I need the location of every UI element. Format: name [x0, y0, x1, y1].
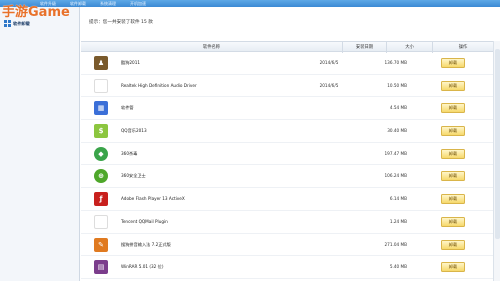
uninstall-button[interactable]: 卸载 [441, 148, 465, 159]
table-row[interactable]: $ QQ音乐2013 30.40 MB 卸载 [81, 120, 500, 143]
top-toolbar: 软件升级 软件卸载 系统清理 开机加速 [0, 0, 500, 7]
software-name: Adobe Flash Player 13 ActiveX [121, 196, 185, 202]
uninstall-button[interactable]: 卸载 [441, 58, 465, 68]
install-date [307, 97, 351, 119]
table-row[interactable]: Tencent QQMail Plugin 1.24 MB 卸载 [81, 211, 500, 234]
main-panel: 提示：您一共安装了软件 15 款 软件名称 安装日期 大小 操作 ♟ 酷狗201… [81, 7, 500, 281]
table-row[interactable]: ♟ 酷狗2011 2014/6/5 136.70 MB 卸载 [81, 52, 500, 75]
software-list: ♟ 酷狗2011 2014/6/5 136.70 MB 卸载 Realtek H… [81, 52, 500, 279]
install-date [307, 188, 351, 210]
install-date: 2014/6/5 [319, 60, 339, 65]
uninstall-button[interactable]: 卸载 [441, 103, 465, 114]
table-row[interactable]: ƒ Adobe Flash Player 13 ActiveX 6.14 MB … [81, 188, 500, 211]
flash-icon: ƒ [94, 192, 108, 207]
software-name: 酷狗2011 [121, 60, 141, 65]
software-name: Tencent QQMail Plugin [121, 218, 168, 224]
input-method-icon: ✎ [94, 237, 108, 252]
software-size: 5.40 MB [389, 264, 407, 270]
scrollbar-thumb[interactable] [495, 49, 500, 239]
software-name: WinRAR 5.01 (32 位) [121, 264, 164, 270]
software-name: QQ音乐2013 [121, 128, 147, 134]
install-date [307, 256, 351, 278]
install-date [307, 234, 351, 256]
table-row[interactable]: ⊕ 360安全卫士 106.24 MB 卸载 [81, 165, 500, 189]
uninstall-button[interactable]: 卸载 [441, 126, 465, 137]
software-size: 197.47 MB [384, 150, 407, 156]
watermark-logo: 手游Game [2, 5, 70, 20]
table-row[interactable]: ◆ 360杀毒 197.47 MB 卸载 [81, 143, 500, 166]
guard-icon: ⊕ [94, 169, 108, 184]
software-size: 1.24 MB [389, 218, 407, 224]
tab-uninstall[interactable]: 软件卸载 [70, 1, 86, 7]
uninstall-button[interactable]: 卸载 [441, 171, 465, 182]
install-date [307, 211, 351, 233]
speaker-icon [94, 78, 108, 93]
tab-boost[interactable]: 开机加速 [130, 1, 146, 7]
software-name: 360安全卫士 [121, 173, 146, 179]
grid-app-icon: ▦ [94, 101, 108, 116]
install-date [307, 143, 351, 165]
summary-text: 提示：您一共安装了软件 15 款 [81, 7, 500, 36]
winrar-icon: ▤ [94, 260, 108, 275]
install-date [307, 165, 351, 187]
software-size: 136.70 MB [384, 60, 407, 65]
dollar-icon: $ [94, 124, 108, 139]
uninstall-button[interactable]: 卸载 [441, 80, 465, 91]
software-name: Realtek High Definition Audio Driver [121, 82, 197, 88]
sidebar-item-uninstall[interactable]: 软件卸载 [4, 20, 30, 27]
software-size: 106.24 MB [384, 173, 407, 179]
software-size: 6.14 MB [389, 196, 407, 202]
sidebar: 软件卸载 [0, 7, 80, 281]
software-size: 10.50 MB [387, 82, 407, 88]
tencent-icon [94, 214, 108, 229]
software-size: 271.04 MB [384, 241, 407, 247]
software-name: 软件管 [121, 105, 134, 111]
software-name: 搜狗拼音输入法 7.2正式版 [121, 241, 171, 247]
grid-icon [4, 20, 11, 27]
sidebar-item-label: 软件卸载 [13, 20, 30, 26]
install-date: 2014/6/5 [319, 82, 339, 88]
table-row[interactable]: ▦ 软件管 4.54 MB 卸载 [81, 97, 500, 121]
uninstall-button[interactable]: 卸载 [441, 194, 465, 205]
table-row[interactable]: ✎ 搜狗拼音输入法 7.2正式版 271.04 MB 卸载 [81, 234, 500, 257]
tab-cleanup[interactable]: 系统清理 [100, 1, 116, 7]
lock-app-icon: ♟ [94, 56, 108, 70]
software-name: 360杀毒 [121, 150, 138, 156]
table-row[interactable]: Realtek High Definition Audio Driver 201… [81, 75, 500, 98]
table-row[interactable]: ▤ WinRAR 5.01 (32 位) 5.40 MB 卸载 [81, 256, 500, 279]
table-header: 软件名称 安装日期 大小 操作 [81, 41, 500, 53]
software-size: 4.54 MB [389, 105, 407, 111]
install-date [307, 120, 351, 142]
software-size: 30.40 MB [387, 128, 407, 134]
uninstall-button[interactable]: 卸载 [441, 239, 465, 250]
uninstall-button[interactable]: 卸载 [441, 216, 465, 227]
uninstall-button[interactable]: 卸载 [441, 262, 465, 273]
shield-icon: ◆ [94, 146, 108, 161]
scrollbar[interactable] [493, 41, 500, 281]
